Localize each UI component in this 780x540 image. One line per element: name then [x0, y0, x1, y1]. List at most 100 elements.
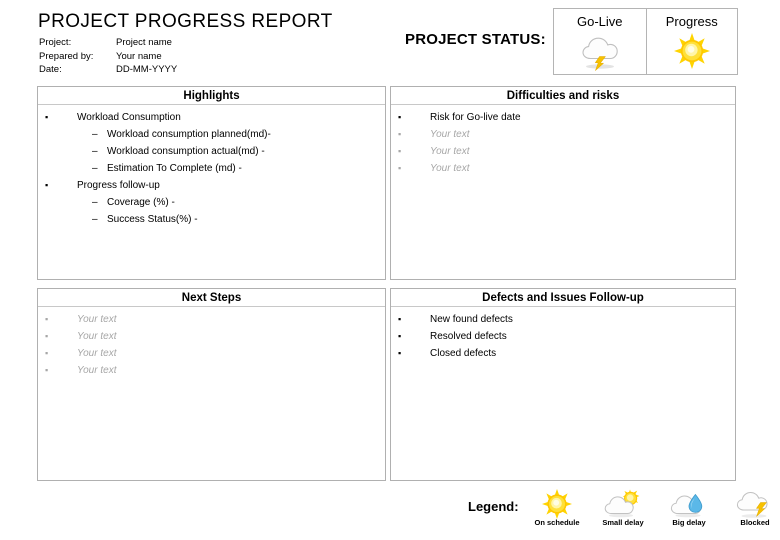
list-item[interactable]: ▪ Workload Consumption [38, 109, 385, 126]
panel-highlights-body: ▪ Workload Consumption – Workload consum… [38, 105, 385, 228]
project-status-label: PROJECT STATUS: [405, 31, 546, 48]
bullet-square-icon: ▪ [45, 180, 49, 190]
bullet-square-icon: ▪ [398, 146, 402, 156]
page-title: PROJECT PROGRESS REPORT [38, 11, 333, 32]
bullet-square-icon: ▪ [398, 331, 402, 341]
next-steps-list: ▪ Your text ▪ Your text ▪ Your text ▪ Yo… [38, 311, 385, 379]
list-item-label: Your text [77, 365, 117, 376]
list-subitem[interactable]: – Estimation To Complete (md) - [38, 160, 385, 177]
list-item[interactable]: ▪ Your text [391, 143, 735, 160]
bullet-square-icon: ▪ [398, 314, 402, 324]
bullet-square-icon: ▪ [398, 112, 402, 122]
bullet-square-icon: ▪ [398, 348, 402, 358]
panel-highlights-title: Highlights [38, 87, 385, 105]
meta-value-project[interactable]: Project name [116, 36, 172, 50]
dash-icon: – [92, 129, 98, 140]
sun-icon [542, 489, 572, 519]
thundercloud-icon [582, 37, 618, 71]
bullet-square-icon: ▪ [398, 163, 402, 173]
list-item[interactable]: ▪ Risk for Go-live date [391, 109, 735, 126]
panel-highlights: Highlights ▪ Workload Consumption – Work… [37, 86, 386, 280]
bullet-square-icon: ▪ [45, 331, 49, 341]
bullet-square-icon: ▪ [45, 348, 49, 358]
report-meta: Project: Project name Prepared by: Your na… [39, 36, 177, 77]
difficulties-list: ▪ Risk for Go-live date ▪ Your text ▪ Yo… [391, 109, 735, 177]
list-subitem[interactable]: – Workload consumption actual(md) - [38, 143, 385, 160]
bullet-square-icon: ▪ [45, 365, 49, 375]
legend-item-on-schedule: On schedule [524, 488, 590, 528]
list-item-label: Workload Consumption [77, 112, 181, 123]
list-subitem-label: Workload consumption planned(md)- [107, 129, 271, 140]
legend-item-big-delay: Big delay [656, 488, 722, 528]
legend-items: On schedule Small delay Big delay Blocke… [524, 488, 780, 528]
meta-row-date: Date: DD-MM-YYYY [39, 63, 177, 77]
list-item[interactable]: ▪ New found defects [391, 311, 735, 328]
list-item[interactable]: ▪ Your text [391, 160, 735, 177]
list-item-label: New found defects [430, 314, 513, 325]
legend-item-label: On schedule [534, 518, 580, 527]
panel-difficulties-and-risks: Difficulties and risks ▪ Risk for Go-liv… [390, 86, 736, 280]
list-item[interactable]: ▪ Your text [38, 328, 385, 345]
panel-defects-title: Defects and Issues Follow-up [391, 289, 735, 307]
list-subitem-label: Coverage (%) - [107, 197, 175, 208]
list-item[interactable]: ▪ Resolved defects [391, 328, 735, 345]
legend-label: Legend: [468, 499, 519, 514]
status-cell-progress[interactable]: Progress [645, 9, 738, 74]
dash-icon: – [92, 214, 98, 225]
panel-next-steps: Next Steps ▪ Your text ▪ Your text ▪ You… [37, 288, 386, 481]
project-status-table: Go-Live Progress [553, 8, 738, 75]
dash-icon: – [92, 197, 98, 208]
list-item[interactable]: ▪ Your text [38, 362, 385, 379]
panel-next-steps-title: Next Steps [38, 289, 385, 307]
panel-next-steps-body: ▪ Your text ▪ Your text ▪ Your text ▪ Yo… [38, 307, 385, 379]
highlights-list: ▪ Workload Consumption – Workload consum… [38, 109, 385, 228]
list-item[interactable]: ▪ Closed defects [391, 345, 735, 362]
list-item-label: Your text [77, 331, 117, 342]
legend-item-label: Big delay [672, 518, 706, 527]
list-subitem[interactable]: – Workload consumption planned(md)- [38, 126, 385, 143]
legend: Legend: On schedule Small delay Big dela… [458, 488, 770, 534]
legend-item-small-delay: Small delay [590, 488, 656, 528]
meta-label-project: Project: [39, 37, 72, 48]
dash-icon: – [92, 163, 98, 174]
list-item-label: Resolved defects [430, 331, 507, 342]
meta-row-project: Project: Project name [39, 36, 177, 50]
dash-icon: – [92, 146, 98, 157]
list-item[interactable]: ▪ Progress follow-up [38, 177, 385, 194]
meta-row-prepared-by: Prepared by: Your name [39, 50, 177, 64]
list-item-label: Your text [430, 129, 470, 140]
list-subitem-label: Estimation To Complete (md) - [107, 163, 242, 174]
list-item[interactable]: ▪ Your text [391, 126, 735, 143]
status-cell-label-progress: Progress [665, 14, 718, 29]
list-item[interactable]: ▪ Your text [38, 311, 385, 328]
list-item-label: Your text [77, 348, 117, 359]
panel-defects-and-issues: Defects and Issues Follow-up ▪ New found… [390, 288, 736, 481]
list-subitem-label: Workload consumption actual(md) - [107, 146, 265, 157]
sun-icon [673, 33, 710, 69]
meta-value-prepared-by[interactable]: Your name [116, 50, 162, 64]
cloud-raindrop-icon [670, 493, 703, 518]
meta-label-prepared-by: Prepared by: [39, 50, 94, 62]
defects-list: ▪ New found defects ▪ Resolved defects ▪… [391, 311, 735, 362]
list-subitem-label: Success Status(%) - [107, 214, 198, 225]
list-subitem[interactable]: – Success Status(%) - [38, 211, 385, 228]
bullet-square-icon: ▪ [398, 129, 402, 139]
list-item-label: Your text [77, 314, 117, 325]
list-item-label: Closed defects [430, 348, 497, 359]
panel-defects-body: ▪ New found defects ▪ Resolved defects ▪… [391, 307, 735, 362]
thundercloud-icon [736, 492, 768, 518]
panel-difficulties-body: ▪ Risk for Go-live date ▪ Your text ▪ Yo… [391, 105, 735, 177]
panel-difficulties-title: Difficulties and risks [391, 87, 735, 105]
meta-label-date: Date: [39, 64, 62, 75]
list-subitem[interactable]: – Coverage (%) - [38, 194, 385, 211]
meta-value-date[interactable]: DD-MM-YYYY [116, 63, 177, 77]
bullet-square-icon: ▪ [45, 112, 49, 122]
bullet-square-icon: ▪ [45, 314, 49, 324]
status-cell-label-go-live: Go-Live [576, 14, 623, 29]
legend-item-blocked: Blocked [722, 488, 780, 528]
project-progress-report-slide: PROJECT PROGRESS REPORT Project: Project … [0, 0, 780, 540]
status-cell-go-live[interactable]: Go-Live [554, 9, 646, 74]
list-item[interactable]: ▪ Your text [38, 345, 385, 362]
list-item-label: Progress follow-up [77, 180, 160, 191]
list-item-label: Risk for Go-live date [430, 112, 521, 123]
